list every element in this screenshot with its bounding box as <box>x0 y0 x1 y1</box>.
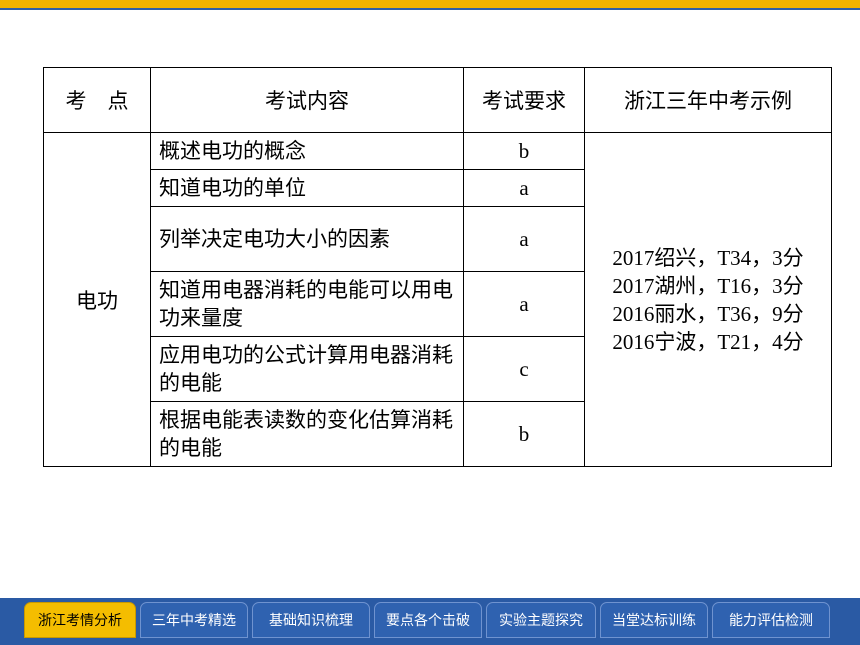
tab-basic-knowledge[interactable]: 基础知识梳理 <box>252 602 370 638</box>
example-line: 2016宁波，T21，4分 <box>612 329 804 354</box>
example-line: 2017绍兴，T34，3分 <box>612 245 804 270</box>
tab-exam-analysis[interactable]: 浙江考情分析 <box>24 602 136 638</box>
table-row: 电功 概述电功的概念 b 2017绍兴，T34，3分 2017湖州，T16，3分… <box>43 132 832 467</box>
requirement-cell: a <box>463 169 585 207</box>
content-cell: 根据电能表读数的变化估算消耗的电能 <box>150 401 464 467</box>
header-examples: 浙江三年中考示例 <box>584 67 832 133</box>
example-line: 2017湖州，T16，3分 <box>612 273 804 298</box>
header-point: 考 点 <box>43 67 151 133</box>
tab-past-exams[interactable]: 三年中考精选 <box>140 602 248 638</box>
table-header-row: 考 点 考试内容 考试要求 浙江三年中考示例 <box>43 67 832 133</box>
content-cell: 概述电功的概念 <box>150 132 464 170</box>
requirement-cell: a <box>463 206 585 272</box>
requirement-cell: b <box>463 132 585 170</box>
tab-key-points[interactable]: 要点各个击破 <box>374 602 482 638</box>
content-cell: 应用电功的公式计算用电器消耗的电能 <box>150 336 464 402</box>
content-cell: 知道电功的单位 <box>150 169 464 207</box>
example-line: 2016丽水，T36，9分 <box>612 301 804 326</box>
top-accent-bar <box>0 0 860 10</box>
requirement-cell: c <box>463 336 585 402</box>
requirement-cell: a <box>463 271 585 337</box>
knowledge-point-cell: 电功 <box>43 132 151 467</box>
tab-class-practice[interactable]: 当堂达标训练 <box>600 602 708 638</box>
content-cell: 列举决定电功大小的因素 <box>150 206 464 272</box>
requirement-cell: b <box>463 401 585 467</box>
header-content: 考试内容 <box>150 67 464 133</box>
examples-cell: 2017绍兴，T34，3分 2017湖州，T16，3分 2016丽水，T36，9… <box>584 132 832 467</box>
exam-analysis-table: 考 点 考试内容 考试要求 浙江三年中考示例 电功 概述电功的概念 b 2017… <box>43 67 832 467</box>
header-requirement: 考试要求 <box>463 67 585 133</box>
content-cell: 知道用电器消耗的电能可以用电功来量度 <box>150 271 464 337</box>
tab-ability-test[interactable]: 能力评估检测 <box>712 602 830 638</box>
tab-experiments[interactable]: 实验主题探究 <box>486 602 596 638</box>
